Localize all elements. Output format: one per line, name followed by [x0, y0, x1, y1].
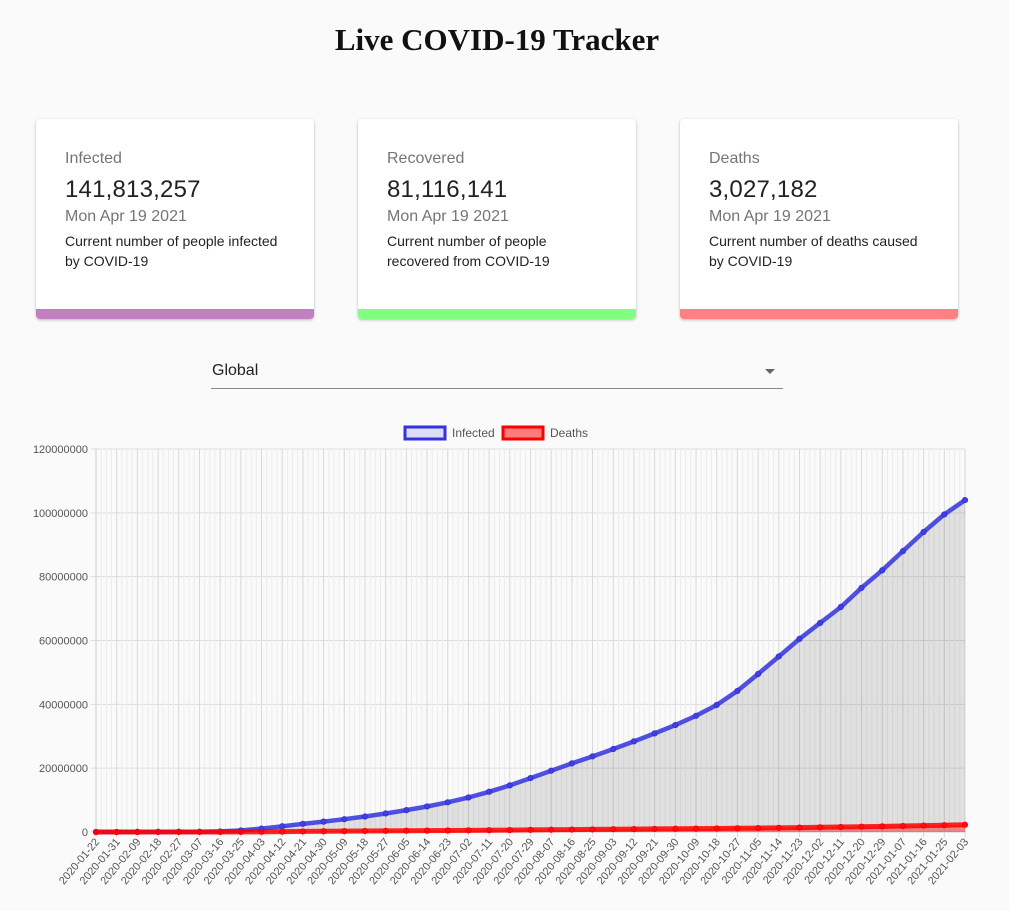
data-point-deaths — [879, 823, 886, 830]
data-point-infected — [920, 528, 927, 536]
data-point-deaths — [713, 825, 720, 832]
y-tick-label: 0 — [82, 827, 88, 839]
data-point-infected — [423, 803, 431, 810]
data-point-deaths — [175, 828, 182, 836]
data-point-deaths — [961, 821, 969, 828]
data-point-deaths — [672, 825, 679, 832]
data-point-deaths — [196, 828, 203, 836]
data-point-deaths — [568, 826, 575, 833]
y-tick-label: 80000000 — [39, 572, 88, 584]
data-point-infected — [796, 635, 803, 643]
data-point-infected — [754, 670, 762, 678]
legend-label-infected: Infected — [452, 426, 495, 440]
data-point-infected — [486, 788, 493, 795]
y-tick-label: 120000000 — [33, 444, 88, 456]
y-tick-label: 100000000 — [33, 508, 88, 520]
data-point-infected — [403, 807, 410, 814]
data-point-infected — [651, 730, 658, 737]
data-point-infected — [299, 820, 307, 827]
data-point-infected — [858, 584, 865, 591]
legend-swatch-infected — [403, 425, 447, 441]
data-point-deaths — [361, 827, 369, 835]
data-point-deaths — [630, 825, 638, 833]
data-point-infected — [465, 794, 472, 801]
data-point-infected — [692, 712, 700, 719]
data-point-deaths — [734, 825, 741, 832]
data-point-deaths — [610, 826, 617, 833]
data-point-deaths — [113, 828, 120, 836]
data-point-deaths — [817, 824, 824, 831]
data-point-infected — [899, 548, 907, 555]
data-point-deaths — [465, 827, 472, 834]
data-point-deaths — [858, 823, 865, 830]
data-point-deaths — [920, 822, 927, 829]
data-point-infected — [320, 818, 327, 825]
data-point-infected — [589, 753, 596, 760]
data-point-deaths — [754, 824, 762, 832]
data-point-deaths — [506, 826, 513, 834]
data-point-infected — [961, 496, 969, 504]
data-point-deaths — [403, 827, 410, 834]
data-point-infected — [444, 799, 451, 806]
data-point-infected — [775, 653, 782, 660]
data-point-deaths — [382, 827, 389, 834]
data-point-deaths — [258, 828, 265, 835]
legend-swatch-deaths — [501, 425, 545, 441]
data-point-deaths — [134, 828, 141, 836]
data-point-deaths — [92, 828, 100, 836]
cases-line-chart: 0 20000000 40000000 60000000 80000000 1000000… — [33, 425, 971, 887]
data-point-infected — [527, 774, 534, 782]
data-point-deaths — [320, 828, 327, 835]
data-point-infected — [610, 745, 617, 753]
data-point-infected — [817, 619, 824, 627]
data-point-deaths — [341, 828, 348, 835]
data-point-infected — [361, 813, 369, 820]
data-point-deaths — [899, 822, 907, 830]
data-point-infected — [548, 767, 555, 774]
y-tick-label: 60000000 — [39, 636, 88, 648]
data-point-infected — [734, 687, 741, 695]
data-point-deaths — [444, 827, 451, 834]
data-point-deaths — [941, 822, 948, 829]
data-point-infected — [341, 816, 348, 823]
data-point-deaths — [423, 827, 431, 834]
data-point-infected — [279, 823, 286, 830]
data-point-infected — [879, 567, 886, 574]
y-tick-label: 20000000 — [39, 763, 88, 775]
data-point-deaths — [299, 828, 307, 835]
data-point-deaths — [837, 823, 844, 831]
data-point-infected — [837, 603, 844, 611]
data-point-deaths — [237, 828, 244, 836]
data-point-deaths — [548, 826, 555, 833]
data-point-deaths — [527, 826, 534, 833]
data-point-infected — [941, 511, 948, 518]
data-point-deaths — [486, 827, 493, 834]
data-point-deaths — [651, 825, 658, 833]
data-point-deaths — [154, 828, 162, 836]
y-tick-label: 40000000 — [39, 699, 88, 711]
data-point-infected — [382, 810, 389, 817]
data-point-deaths — [796, 824, 803, 831]
data-point-deaths — [589, 826, 596, 833]
legend-label-deaths: Deaths — [550, 426, 588, 440]
data-point-infected — [630, 738, 638, 745]
data-point-infected — [506, 782, 513, 789]
data-point-deaths — [692, 825, 700, 832]
data-point-infected — [713, 701, 720, 709]
data-point-deaths — [775, 824, 782, 831]
data-point-infected — [568, 760, 575, 767]
data-point-deaths — [279, 828, 286, 835]
data-point-deaths — [217, 828, 224, 836]
data-point-infected — [672, 721, 679, 729]
